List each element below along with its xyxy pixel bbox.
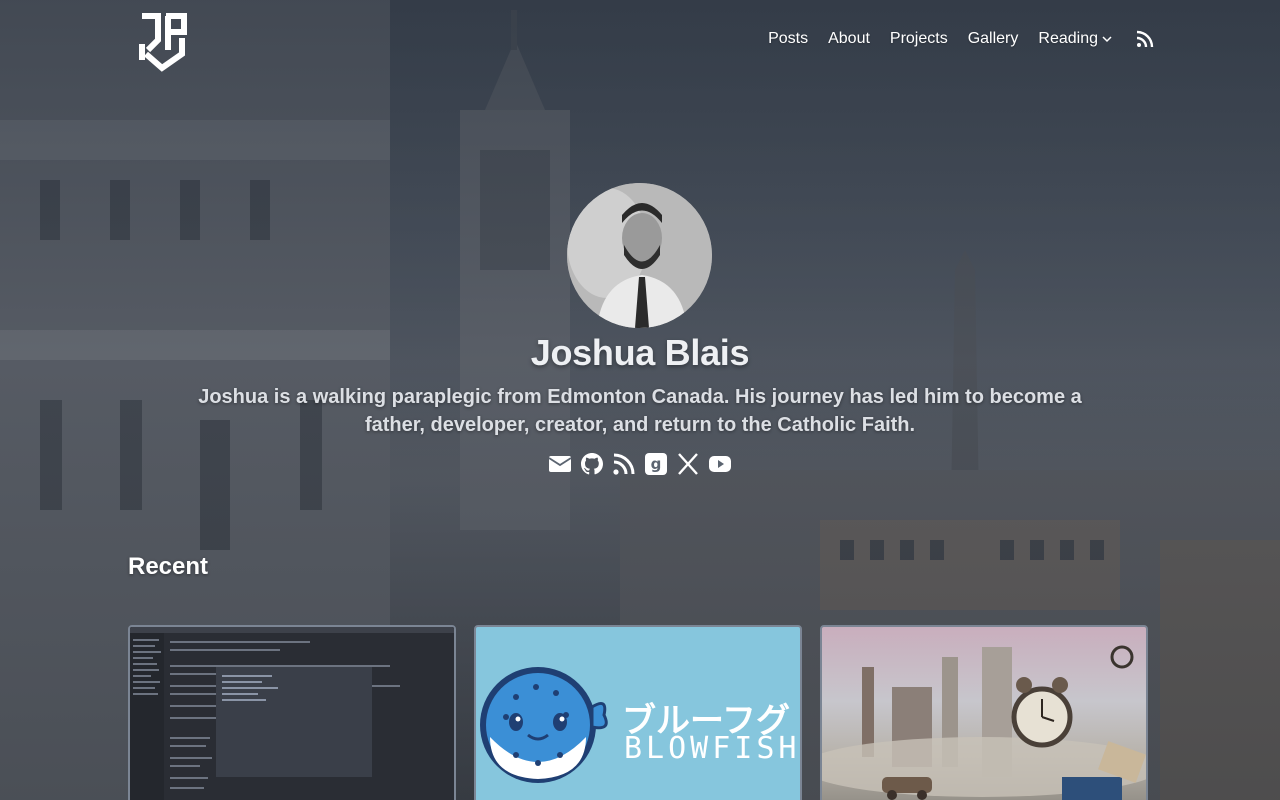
nav-gallery[interactable]: Gallery xyxy=(968,30,1019,48)
recent-card-blowfish[interactable]: ブルーフグ BLOWFISH xyxy=(474,625,802,800)
recent-card-surreal-clock[interactable] xyxy=(820,625,1148,800)
recent-card-terminal[interactable] xyxy=(128,625,456,800)
profile-bio: Joshua is a walking paraplegic from Edmo… xyxy=(198,386,1082,436)
logo-icon xyxy=(139,13,187,72)
x-link[interactable] xyxy=(676,452,700,476)
chevron-down-icon xyxy=(1102,36,1112,43)
recent-heading: Recent xyxy=(128,553,209,580)
rss-icon xyxy=(613,453,635,475)
social-links: g xyxy=(0,452,1280,476)
site-logo[interactable] xyxy=(138,10,192,74)
nav-projects[interactable]: Projects xyxy=(890,30,948,48)
recent-posts: ブルーフグ BLOWFISH xyxy=(128,625,1148,800)
profile-avatar xyxy=(567,183,712,328)
goodreads-icon: g xyxy=(645,453,667,475)
blowfish-english-text: BLOWFISH xyxy=(624,731,801,766)
nav-reading-label: Reading xyxy=(1038,30,1098,47)
rss-icon[interactable] xyxy=(1136,30,1154,48)
email-icon xyxy=(548,456,572,472)
rss-link[interactable] xyxy=(612,452,636,476)
terminal-screenshot-image xyxy=(130,627,454,800)
github-icon xyxy=(581,453,603,475)
nav-reading[interactable]: Reading xyxy=(1038,30,1112,48)
x-icon xyxy=(678,453,698,475)
svg-text:g: g xyxy=(651,455,662,473)
profile-name: Joshua Blais xyxy=(530,332,750,373)
surreal-clock-image xyxy=(822,645,1146,800)
main-nav: Posts About Projects Gallery Reading xyxy=(768,30,1154,48)
goodreads-link[interactable]: g xyxy=(644,452,668,476)
nav-posts[interactable]: Posts xyxy=(768,30,808,48)
email-link[interactable] xyxy=(548,452,572,476)
nav-about[interactable]: About xyxy=(828,30,870,48)
github-link[interactable] xyxy=(580,452,604,476)
youtube-link[interactable] xyxy=(708,452,732,476)
youtube-icon xyxy=(709,456,731,472)
